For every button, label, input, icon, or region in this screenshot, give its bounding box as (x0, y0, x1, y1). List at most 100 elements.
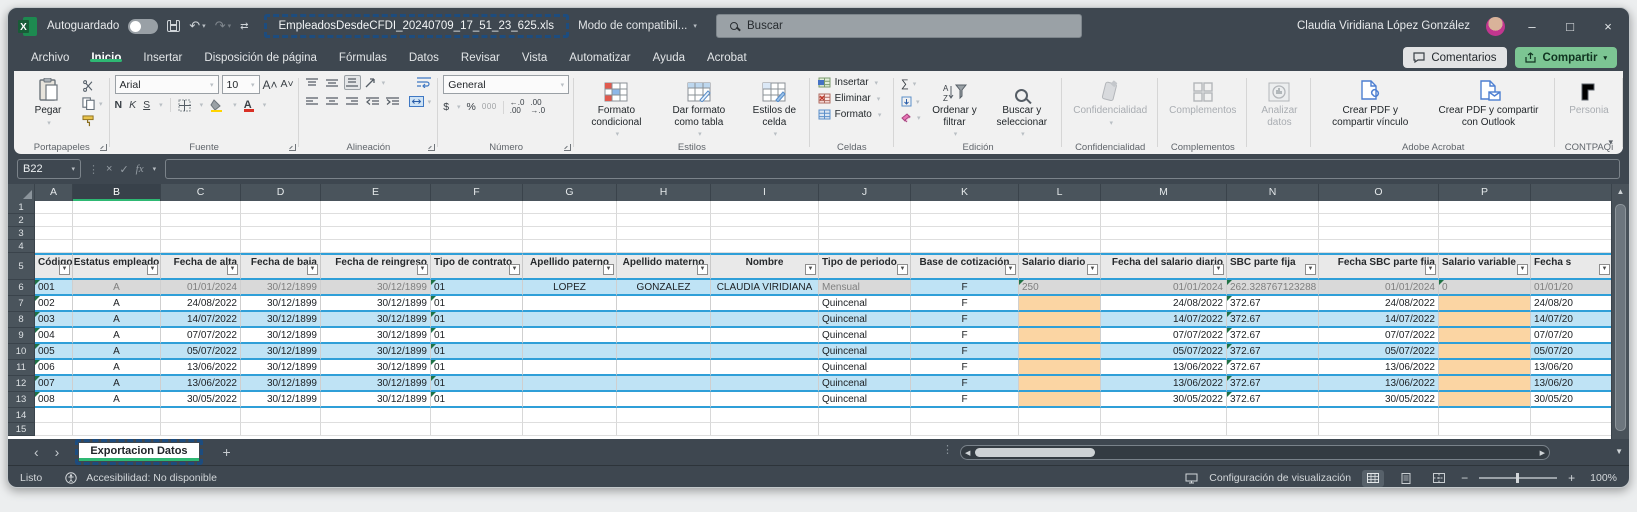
table-header-cell[interactable]: Fecha s▼ (1531, 253, 1611, 280)
cell[interactable]: 372.67 (1227, 312, 1319, 328)
column-header[interactable]: D (241, 184, 321, 201)
cell[interactable] (617, 240, 711, 253)
cell[interactable]: 30/05/2022 (1319, 392, 1439, 408)
cell[interactable]: A (73, 360, 161, 376)
column-header[interactable]: P (1439, 184, 1531, 201)
cell[interactable]: 13/06/2022 (1101, 376, 1227, 392)
cell[interactable] (523, 376, 617, 392)
cell[interactable] (1439, 423, 1531, 436)
cell[interactable] (711, 360, 819, 376)
percent-style-button[interactable]: % (467, 102, 476, 113)
row-number[interactable]: 5 (8, 253, 35, 280)
cell[interactable]: 24/08/2022 (1319, 296, 1439, 312)
cell[interactable] (1019, 376, 1101, 392)
alignment-dialog-launcher[interactable] (428, 144, 435, 151)
cell[interactable]: 13/06/2022 (161, 360, 241, 376)
filter-dropdown-icon[interactable]: ▼ (147, 264, 158, 275)
cell[interactable]: 30/12/1899 (321, 296, 431, 312)
cell[interactable] (161, 240, 241, 253)
cell[interactable]: 13/06/2022 (161, 376, 241, 392)
cell[interactable] (1319, 227, 1439, 240)
cell[interactable] (431, 227, 523, 240)
cell[interactable] (161, 423, 241, 436)
cell[interactable] (523, 227, 617, 240)
cell[interactable] (617, 227, 711, 240)
cell[interactable]: 24/08/2022 (1101, 296, 1227, 312)
table-header-cell[interactable]: Fecha de baja▼ (241, 253, 321, 280)
save-icon[interactable] (167, 20, 180, 32)
cell[interactable] (161, 214, 241, 227)
align-right-button[interactable] (344, 94, 361, 109)
cell[interactable] (1019, 227, 1101, 240)
cell[interactable] (711, 344, 819, 360)
filter-dropdown-icon[interactable]: ▼ (697, 264, 708, 275)
ribbon-tab[interactable]: Automatizar (558, 52, 641, 64)
row-number[interactable]: 2 (8, 214, 35, 227)
cell[interactable]: 13/06/2022 (1319, 360, 1439, 376)
cell[interactable]: 001 (35, 280, 73, 296)
cell[interactable]: Mensual (819, 280, 911, 296)
cell[interactable]: F (911, 392, 1019, 408)
cell[interactable] (241, 201, 321, 214)
filter-dropdown-icon[interactable]: ▼ (1517, 264, 1528, 275)
formula-bar-divider[interactable]: ⋮ (88, 163, 99, 176)
column-header[interactable] (1531, 184, 1611, 201)
row-number[interactable]: 6 (8, 280, 35, 296)
cell[interactable]: F (911, 280, 1019, 296)
cell[interactable] (1227, 214, 1319, 227)
cell[interactable] (523, 423, 617, 436)
filter-dropdown-icon[interactable]: ▼ (1213, 264, 1224, 275)
row-number[interactable]: 7 (8, 296, 35, 312)
cell[interactable]: 002 (35, 296, 73, 312)
cell[interactable] (1439, 328, 1531, 344)
cell[interactable]: 250 (1019, 280, 1101, 296)
cell[interactable] (161, 201, 241, 214)
normal-view-button[interactable] (1362, 470, 1384, 487)
cell[interactable] (35, 423, 73, 436)
cell[interactable] (617, 392, 711, 408)
cell[interactable]: 005 (35, 344, 73, 360)
column-header[interactable]: N (1227, 184, 1319, 201)
column-header[interactable]: O (1319, 184, 1439, 201)
row-number[interactable]: 4 (8, 240, 35, 253)
cell[interactable] (617, 360, 711, 376)
cell[interactable] (711, 312, 819, 328)
row-number[interactable]: 10 (8, 344, 35, 360)
filter-dropdown-icon[interactable]: ▼ (1005, 264, 1016, 275)
column-header[interactable]: I (711, 184, 819, 201)
cell[interactable] (819, 240, 911, 253)
cell[interactable]: A (73, 312, 161, 328)
filter-dropdown-icon[interactable]: ▼ (59, 264, 70, 275)
share-button[interactable]: Compartir▾ (1515, 47, 1617, 68)
cell[interactable] (1319, 240, 1439, 253)
cell[interactable] (1439, 344, 1531, 360)
copy-button[interactable]: ▾ (80, 96, 105, 111)
insert-function-icon[interactable]: fx (136, 163, 144, 175)
shrink-font-button[interactable]: A˅ (281, 79, 294, 90)
cell[interactable] (73, 240, 161, 253)
cell[interactable]: 01/01/2024 (1319, 280, 1439, 296)
cell[interactable] (1439, 408, 1531, 423)
cell[interactable] (711, 392, 819, 408)
cell[interactable] (241, 408, 321, 423)
filter-dropdown-icon[interactable]: ▼ (603, 264, 614, 275)
ribbon-tab[interactable]: Revisar (450, 52, 511, 64)
horizontal-scroll-thumb[interactable] (975, 448, 1095, 457)
cell[interactable] (1019, 240, 1101, 253)
font-dialog-launcher[interactable] (289, 144, 296, 151)
page-break-view-button[interactable] (1428, 470, 1450, 487)
cell[interactable]: 30/12/1899 (241, 328, 321, 344)
autosave-toggle[interactable] (128, 19, 158, 34)
cell[interactable] (73, 408, 161, 423)
cell[interactable] (617, 296, 711, 312)
cell[interactable] (73, 423, 161, 436)
cell[interactable] (1101, 214, 1227, 227)
cell[interactable] (523, 328, 617, 344)
horizontal-scrollbar[interactable]: ◀ ▶ (960, 445, 1550, 460)
cell[interactable]: 007 (35, 376, 73, 392)
cell[interactable] (1227, 240, 1319, 253)
column-header[interactable]: B (73, 184, 161, 201)
decrease-indent-button[interactable] (364, 94, 381, 109)
cell[interactable] (161, 408, 241, 423)
cell[interactable] (1319, 408, 1439, 423)
